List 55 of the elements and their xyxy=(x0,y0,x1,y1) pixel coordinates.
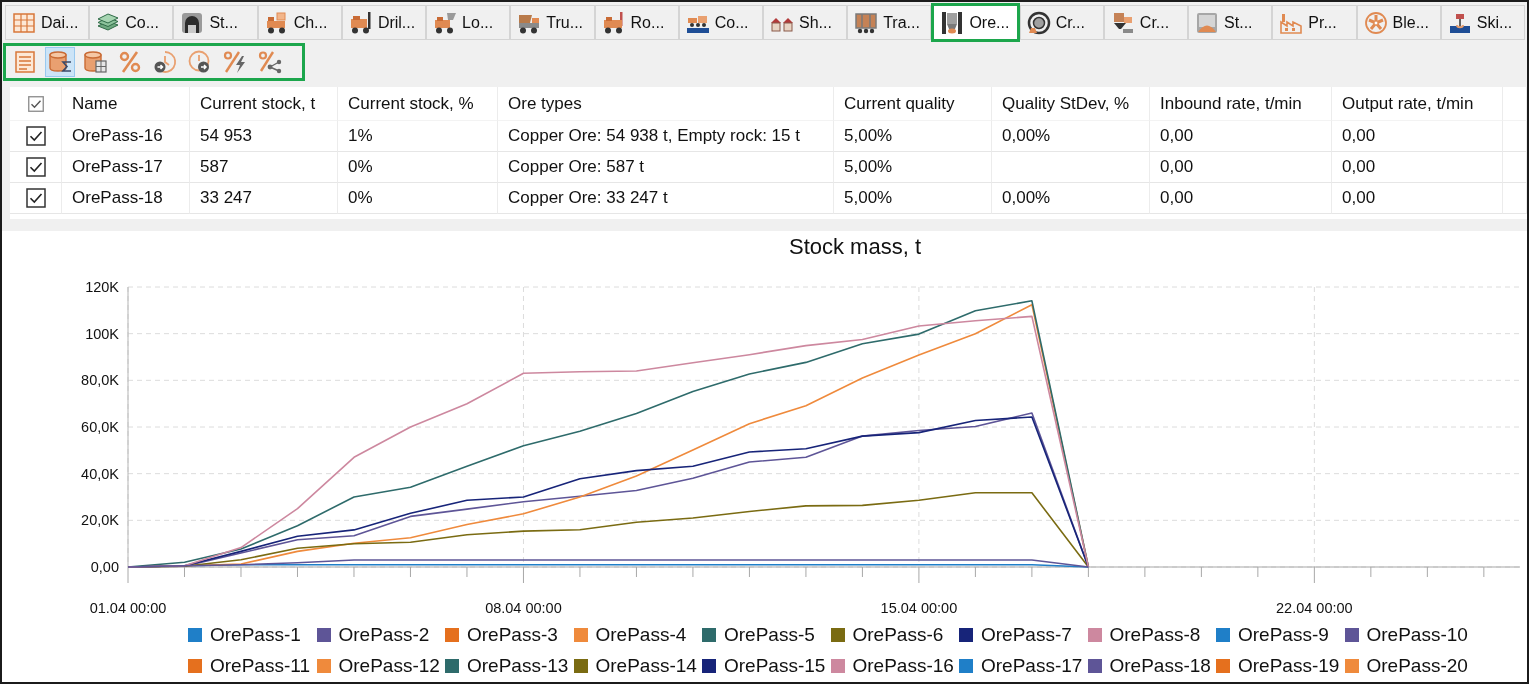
table-cell: 5,00% xyxy=(834,121,992,152)
legend-label: OrePass-20 xyxy=(1366,654,1468,677)
x-tick-label: 22.04 00:00 xyxy=(1276,600,1353,616)
legend-label: OrePass-7 xyxy=(981,623,1072,646)
table-cell: 54 953 xyxy=(190,121,338,152)
table-cell: OrePass-17 xyxy=(62,152,190,183)
legend-label: OrePass-10 xyxy=(1366,623,1468,646)
legend-label: OrePass-12 xyxy=(338,654,440,677)
table-cell: OrePass-18 xyxy=(62,183,190,214)
table-cell: 0,00 xyxy=(1332,183,1503,214)
legend-label: OrePass-18 xyxy=(1109,654,1211,677)
table-cell: 0,00 xyxy=(1150,183,1332,214)
legend-label: OrePass-1 xyxy=(210,623,301,646)
legend-label: OrePass-17 xyxy=(981,654,1083,677)
table-cell: OrePass-16 xyxy=(62,121,190,152)
legend-label: OrePass-4 xyxy=(595,623,687,646)
table-cell: 0,00 xyxy=(1150,121,1332,152)
legend-label: OrePass-11 xyxy=(210,654,310,677)
legend-label: OrePass-3 xyxy=(467,623,558,646)
legend-label: OrePass-2 xyxy=(338,623,430,646)
legend-label: OrePass-5 xyxy=(724,623,815,646)
table-cell: 1% xyxy=(338,121,498,152)
table-cell: 0,00 xyxy=(1332,152,1503,183)
table-cell: Copper Ore: 54 938 t, Empty rock: 15 t xyxy=(498,121,834,152)
legend-label: OrePass-13 xyxy=(467,654,569,677)
y-tick-label: 20,0K xyxy=(81,512,119,529)
x-tick-label: 15.04 00:00 xyxy=(880,600,958,616)
x-tick-label: 01.04 00:00 xyxy=(89,600,167,616)
table-cell: Copper Ore: 33 247 t xyxy=(498,183,834,214)
legend-label: OrePass-16 xyxy=(852,654,954,677)
legend-label: OrePass-6 xyxy=(852,623,944,646)
y-tick-label: 0,00 xyxy=(90,559,119,575)
table-cell: 0,00% xyxy=(992,183,1150,214)
legend-label: OrePass-19 xyxy=(1238,654,1340,677)
y-tick-label: 80,0K xyxy=(81,372,119,389)
legend-label: OrePass-8 xyxy=(1109,623,1201,646)
table-cell: Copper Ore: 587 t xyxy=(498,152,834,183)
y-tick-label: 60,0K xyxy=(81,419,119,435)
y-tick-label: 100K xyxy=(85,325,119,342)
legend-label: OrePass-15 xyxy=(724,654,826,677)
chart-title: Stock mass, t xyxy=(789,234,921,259)
table-cell: 5,00% xyxy=(834,183,992,214)
legend-label: OrePass-9 xyxy=(1238,623,1329,646)
table-cell: 0% xyxy=(338,183,498,214)
x-tick-label: 08.04 00:00 xyxy=(485,600,562,616)
table-cell: 5,00% xyxy=(834,152,992,183)
y-tick-label: 120K xyxy=(85,279,119,295)
table-cell: 0% xyxy=(338,152,498,183)
table-cell: 0,00% xyxy=(992,121,1150,152)
y-tick-label: 40,0K xyxy=(81,465,119,482)
table-cell: 0,00 xyxy=(1150,152,1332,183)
table-cell: 0,00 xyxy=(1332,121,1503,152)
table-cell: 587 xyxy=(190,152,338,183)
table-cell: 33 247 xyxy=(190,183,338,214)
legend-label: OrePass-14 xyxy=(595,654,697,677)
